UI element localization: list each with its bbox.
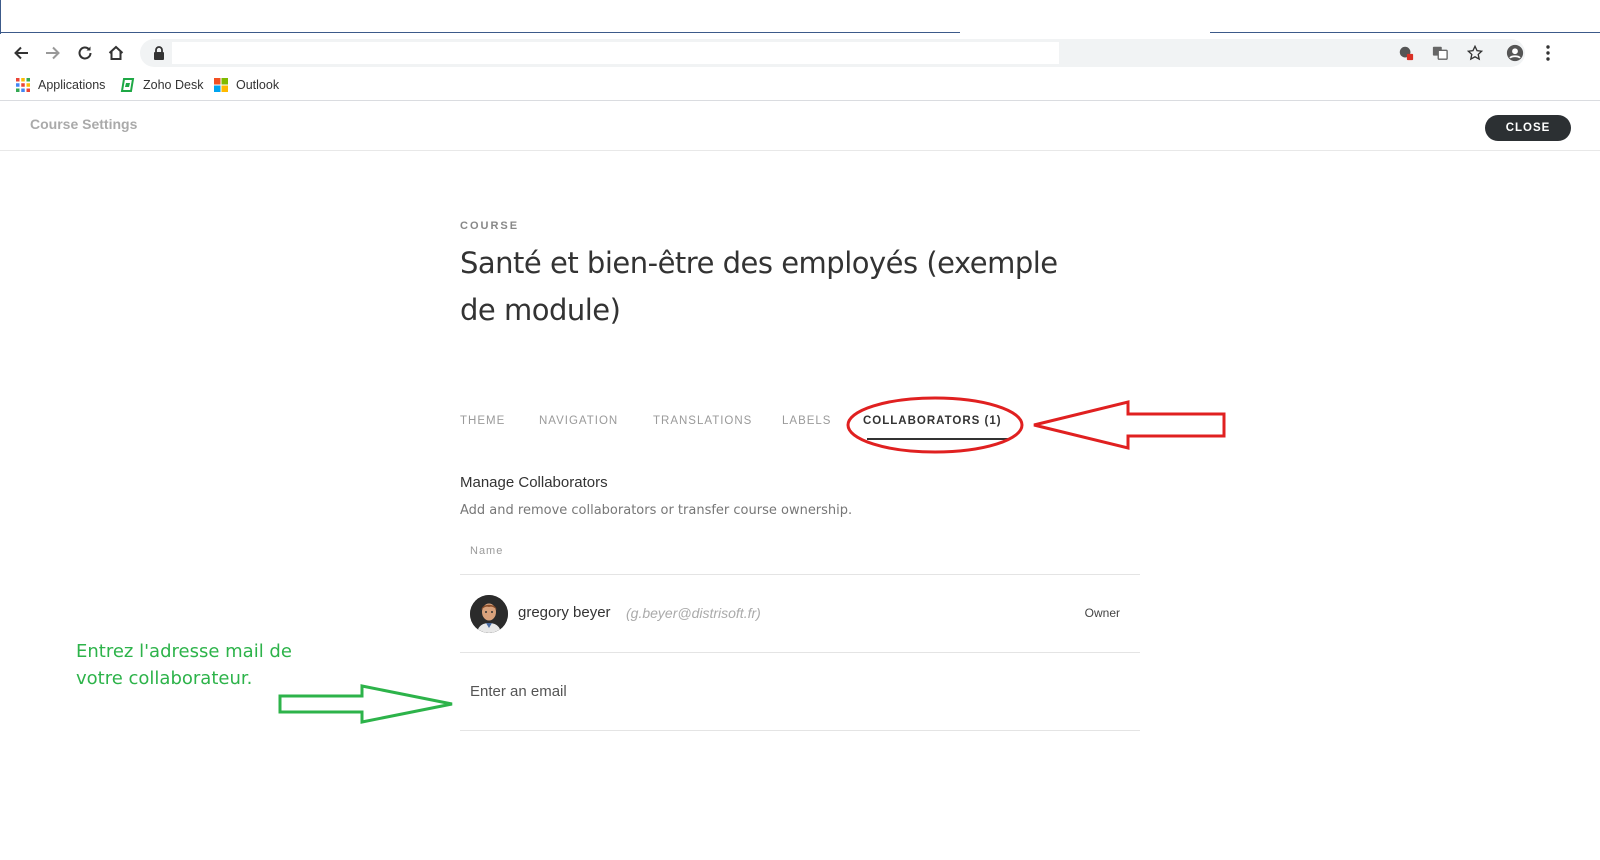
tab-divider-left (0, 32, 960, 33)
translate-icon[interactable] (1429, 42, 1451, 64)
url-text-redacted (172, 42, 1059, 64)
address-bar[interactable] (140, 39, 1525, 67)
close-button[interactable]: CLOSE (1485, 115, 1571, 141)
browser-toolbar (0, 36, 1600, 70)
course-settings-panel: COURSE Santé et bien-être des employés (… (460, 220, 1140, 731)
bookmarks-bar: Applications Zoho Desk Outlook (0, 70, 1600, 101)
forward-icon[interactable] (41, 41, 65, 65)
back-icon[interactable] (9, 41, 33, 65)
star-icon[interactable] (1464, 42, 1486, 64)
email-field[interactable] (460, 671, 1140, 711)
bookmark-zoho-desk[interactable]: Zoho Desk (120, 75, 203, 95)
tab-labels[interactable]: LABELS (782, 415, 831, 427)
profile-icon[interactable] (1503, 41, 1527, 65)
tab-collaborators[interactable]: COLLABORATORS (1) (863, 415, 1002, 427)
tab-navigation[interactable]: NAVIGATION (539, 415, 618, 427)
browser-tabstrip (0, 0, 1600, 36)
section-heading: Manage Collaborators (460, 474, 608, 491)
tab-edge (0, 0, 1, 34)
table-row: gregory beyer (g.beyer@distrisoft.fr) Ow… (460, 575, 1140, 653)
reload-icon[interactable] (73, 41, 97, 65)
home-icon[interactable] (104, 41, 128, 65)
app-header: Course Settings CLOSE (0, 101, 1600, 151)
avatar (470, 595, 508, 633)
tab-theme[interactable]: THEME (460, 415, 505, 427)
extension-blocked-icon[interactable] (1395, 42, 1417, 64)
page-title: Course Settings (30, 116, 138, 132)
section-description: Add and remove collaborators or transfer… (460, 503, 853, 518)
table-header: Name (460, 538, 1140, 575)
annotation-instruction: Entrez l'adresse mail de votre collabora… (76, 641, 292, 689)
active-tab-indicator (867, 438, 1008, 440)
bookmark-label: Outlook (236, 78, 280, 92)
zoho-desk-icon (120, 78, 135, 92)
bookmark-outlook[interactable]: Outlook (213, 75, 279, 95)
add-collaborator-row (460, 653, 1140, 731)
bookmark-applications[interactable]: Applications (15, 75, 105, 95)
bookmark-label: Zoho Desk (143, 78, 204, 92)
apps-grid-icon (16, 78, 30, 92)
lock-icon (154, 46, 164, 60)
course-eyebrow: COURSE (460, 220, 520, 232)
bookmark-label: Applications (38, 78, 106, 92)
collaborator-role: Owner (1084, 606, 1120, 620)
collaborator-email: (g.beyer@distrisoft.fr) (626, 605, 761, 621)
collaborator-name: gregory beyer (518, 604, 611, 621)
settings-tabs: THEME NAVIGATION TRANSLATIONS LABELS COL… (460, 415, 1140, 440)
windows-logo-icon (214, 78, 228, 92)
tab-divider-right (1210, 32, 1600, 33)
column-header-name: Name (470, 545, 504, 557)
tab-translations[interactable]: TRANSLATIONS (653, 415, 752, 427)
more-menu-icon[interactable] (1536, 41, 1560, 65)
course-title: Santé et bien-être des employés (exemple… (460, 246, 1058, 327)
